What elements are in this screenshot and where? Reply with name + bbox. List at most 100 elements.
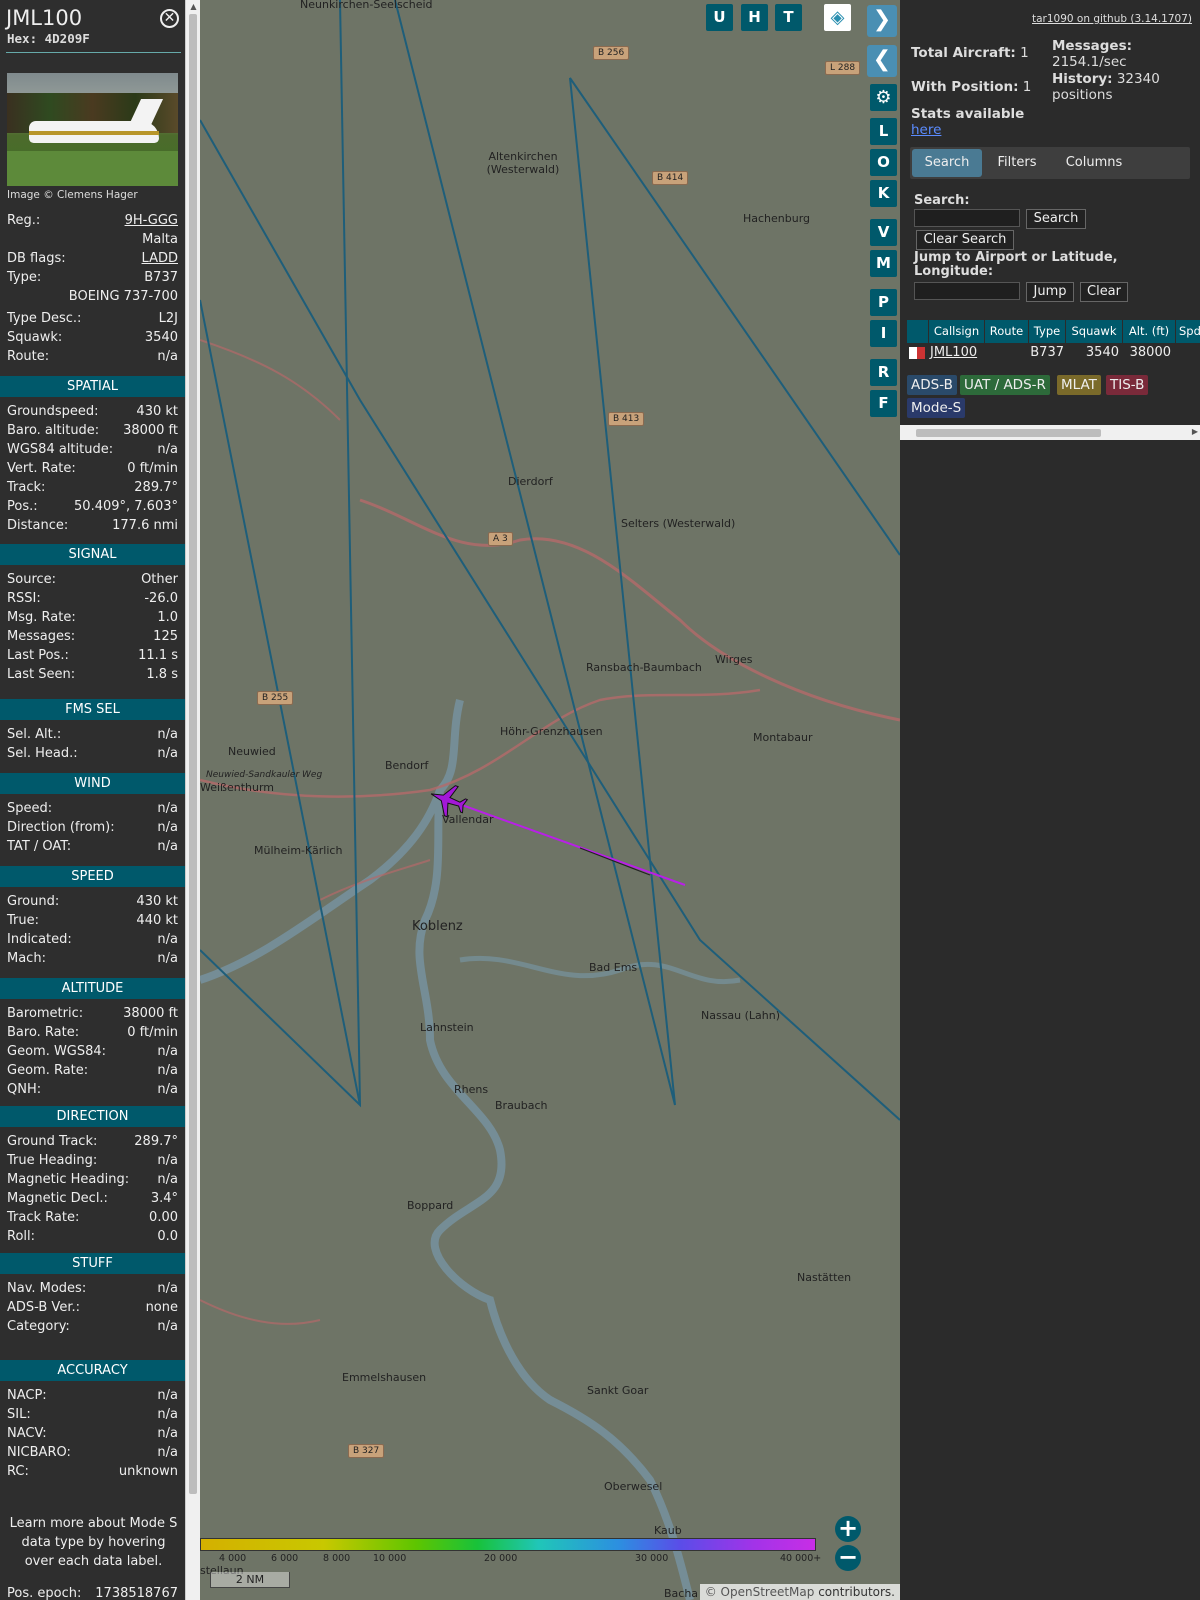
badge-tisb[interactable]: TIS-B	[1106, 375, 1149, 395]
osm-link[interactable]: OpenStreetMap	[721, 1585, 815, 1599]
layers-icon[interactable]: ◈	[824, 4, 851, 31]
collapse-left-icon[interactable]: ❮	[867, 45, 897, 77]
badge-mlat[interactable]: MLAT	[1057, 375, 1101, 395]
legend-label: 8 000	[323, 1553, 351, 1564]
field-value: n/a	[157, 1388, 178, 1403]
table-scrollbar[interactable]: ▶	[900, 425, 1200, 440]
row-callsign[interactable]: JML100	[930, 344, 977, 362]
map-button-m[interactable]: M	[870, 250, 897, 277]
row-squawk: 3540	[1085, 345, 1119, 360]
field-label: Mach:	[7, 951, 46, 966]
badge-modes[interactable]: Mode-S	[907, 398, 966, 418]
scrollbar-thumb[interactable]	[916, 429, 1101, 437]
table-header[interactable]: Callsign	[929, 320, 984, 343]
field-value: n/a	[157, 1426, 178, 1441]
table-header[interactable]: Alt. (ft)	[1123, 320, 1175, 343]
map-button-h[interactable]: H	[741, 4, 768, 31]
wind-row: TAT / OAT: n/a	[7, 839, 178, 858]
field-value: 430 kt	[136, 404, 178, 419]
tab-columns[interactable]: Columns	[1053, 149, 1135, 177]
field-value: 430 kt	[136, 894, 178, 909]
field-label: SIL:	[7, 1407, 31, 1422]
aircraft-info-sidebar: JML100 Hex: 4D209F ✕ Image © Clemens Hag…	[0, 0, 185, 1600]
table-header[interactable]: Type	[1029, 320, 1065, 343]
map-button-u[interactable]: U	[706, 4, 733, 31]
road-label: B 413	[608, 412, 645, 426]
place-label: Hachenburg	[743, 212, 811, 225]
scrollbar-thumb[interactable]	[189, 14, 197, 1494]
map-button-l[interactable]: L	[870, 118, 897, 145]
field-label: Geom. WGS84:	[7, 1044, 107, 1059]
table-header[interactable]: Route	[985, 320, 1028, 343]
place-label: Emmelshausen	[342, 1371, 427, 1384]
map-button-k[interactable]: K	[870, 180, 897, 207]
map-button-r[interactable]: R	[870, 359, 897, 386]
row-type: B737	[1030, 345, 1064, 360]
pos-epoch-row: Pos. epoch: 1738518767	[7, 1586, 178, 1600]
expand-right-icon[interactable]: ❯	[867, 5, 897, 37]
field-label: True Heading:	[7, 1153, 98, 1168]
map-button-i[interactable]: I	[870, 320, 897, 347]
altitude-color-legend	[200, 1538, 816, 1551]
field-label: NICBARO:	[7, 1445, 71, 1460]
flag-icon	[909, 347, 925, 359]
legend-label: 40 000+	[780, 1553, 822, 1564]
zoom-in-icon[interactable]: +	[835, 1516, 861, 1542]
stats-here-link[interactable]: here	[911, 122, 941, 138]
dbflags-link[interactable]: LADD	[142, 251, 178, 266]
field-label: Last Pos.:	[7, 648, 69, 663]
table-header-flag	[907, 320, 928, 343]
section-header-stuff: STUFF	[0, 1253, 185, 1274]
close-icon[interactable]: ✕	[160, 9, 179, 28]
field-label: Direction (from):	[7, 820, 115, 835]
field-label: Pos.:	[7, 499, 38, 514]
field-value: 38000 ft	[123, 1006, 178, 1021]
spatial-row: Distance: 177.6 nmi	[7, 518, 178, 537]
place-label: Altenkirchen (Westerwald)	[486, 150, 560, 176]
sidebar-scrollbar[interactable]: ▲	[185, 0, 200, 1600]
clear-search-button[interactable]: Clear Search	[916, 230, 1014, 250]
scroll-up-icon[interactable]: ▲	[186, 2, 201, 11]
scroll-right-icon[interactable]: ▶	[1192, 427, 1198, 436]
messages-stat: Messages: 2154.1/sec	[1052, 38, 1133, 70]
tab-filters[interactable]: Filters	[985, 149, 1049, 177]
settings-gear-icon[interactable]: ⚙	[870, 84, 897, 111]
map-button-t[interactable]: T	[775, 4, 802, 31]
search-button[interactable]: Search	[1026, 209, 1086, 229]
field-value: n/a	[157, 1172, 178, 1187]
direction-row: Track Rate: 0.00	[7, 1210, 178, 1229]
section-header-accuracy: ACCURACY	[0, 1360, 185, 1381]
clear-button[interactable]: Clear	[1080, 282, 1128, 302]
field-label: Track Rate:	[7, 1210, 80, 1225]
fms-row: Sel. Alt.: n/a	[7, 727, 178, 746]
direction-row: Magnetic Heading: n/a	[7, 1172, 178, 1191]
badge-adsb[interactable]: ADS-B	[907, 375, 957, 395]
map-view[interactable]: Neunkirchen-Seelscheid Altenkirchen (Wes…	[200, 0, 900, 1600]
badge-uat[interactable]: UAT / ADS-R	[960, 375, 1050, 395]
road-label: B 327	[348, 1444, 385, 1458]
search-input[interactable]	[914, 209, 1020, 227]
dbflags-row: DB flags: LADD	[7, 251, 178, 266]
tab-search[interactable]: Search	[912, 149, 982, 177]
map-button-v[interactable]: V	[870, 219, 897, 246]
aircraft-photo[interactable]	[7, 73, 178, 186]
field-label: Geom. Rate:	[7, 1063, 89, 1078]
jump-input[interactable]	[914, 282, 1020, 300]
wind-row: Speed: n/a	[7, 801, 178, 820]
github-link[interactable]: tar1090 on github (3.14.1707)	[1032, 13, 1192, 25]
field-label: Category:	[7, 1319, 70, 1334]
jump-button[interactable]: Jump	[1026, 282, 1074, 302]
map-button-f[interactable]: F	[870, 390, 897, 417]
map-button-p[interactable]: P	[870, 289, 897, 316]
road-label: L 288	[825, 61, 861, 75]
registration-link[interactable]: 9H-GGG	[125, 213, 178, 228]
zoom-out-icon[interactable]: −	[835, 1545, 861, 1571]
map-button-o[interactable]: O	[870, 149, 897, 176]
section-header-fms: FMS SEL	[0, 699, 185, 720]
signal-row: Source: Other	[7, 572, 178, 591]
place-label: Lahnstein	[420, 1021, 474, 1034]
map-canvas	[200, 0, 900, 1600]
table-header[interactable]: Squawk	[1066, 320, 1122, 343]
spatial-row: Track: 289.7°	[7, 480, 178, 499]
table-header[interactable]: Spd.	[1176, 320, 1200, 343]
